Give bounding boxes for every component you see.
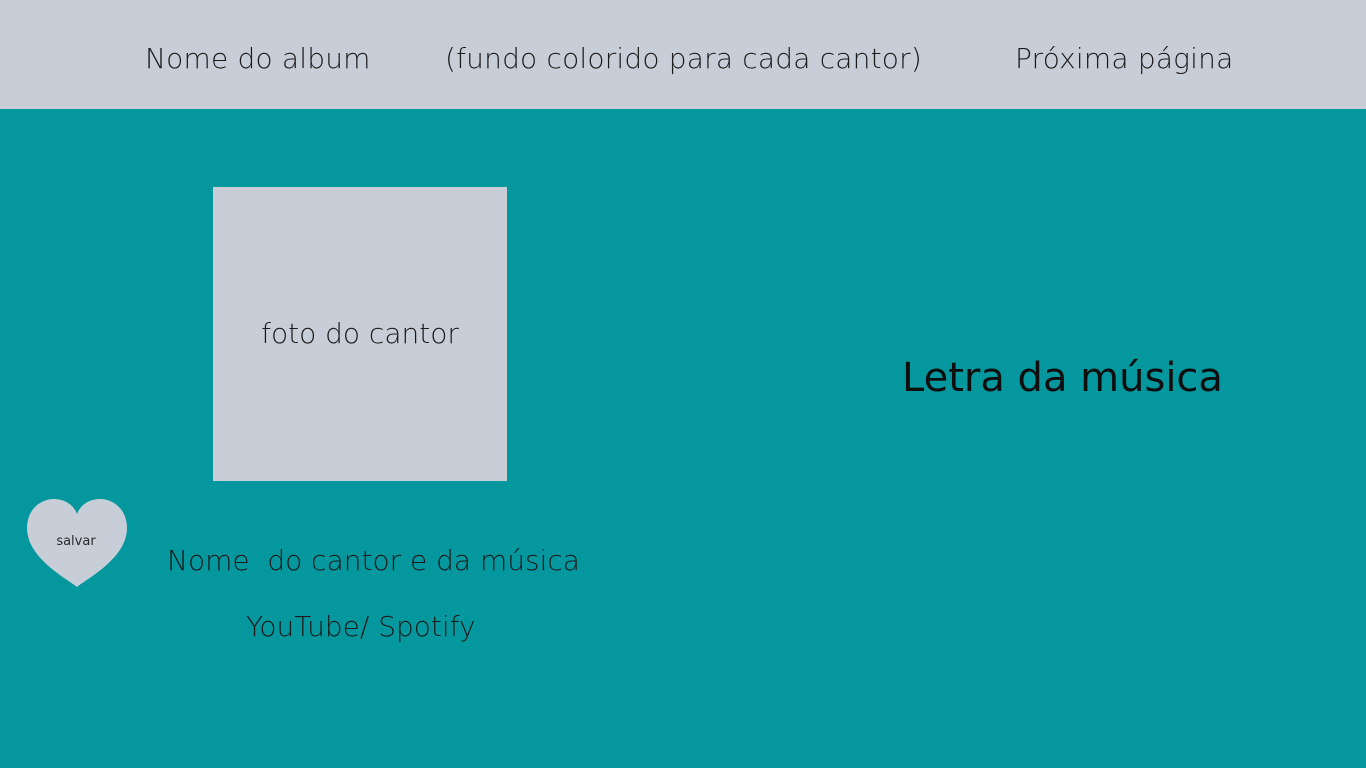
singer-and-song-name: Nome do cantor e da música bbox=[167, 544, 580, 577]
next-page-link[interactable]: Próxima página bbox=[1015, 40, 1233, 78]
lyrics-title: Letra da música bbox=[902, 355, 1223, 401]
singer-photo: foto do cantor bbox=[213, 187, 507, 481]
top-bar: Nome do album (fundo colorido para cada … bbox=[0, 0, 1366, 109]
album-name: Nome do album bbox=[145, 42, 371, 75]
youtube-spotify-links[interactable]: YouTube/ Spotify bbox=[246, 608, 476, 646]
save-button[interactable]: salvar bbox=[26, 498, 128, 588]
background-note: (fundo colorido para cada cantor) bbox=[445, 42, 922, 75]
save-label: salvar bbox=[56, 534, 96, 549]
singer-photo-label: foto do cantor bbox=[261, 317, 459, 350]
